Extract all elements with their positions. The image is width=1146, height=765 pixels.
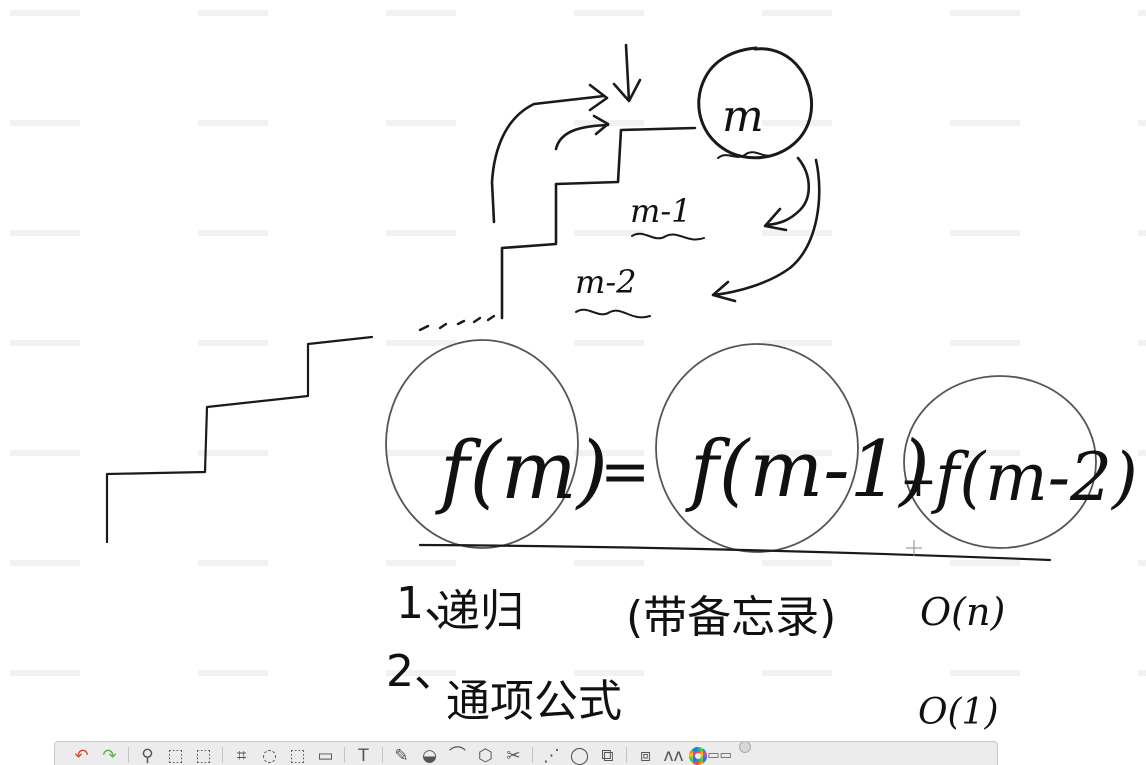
watermark-block [762,120,832,126]
watermark-block [1138,670,1146,676]
toolbar-separator [532,747,533,763]
watermark-block [574,560,644,566]
watermark-block [762,10,832,16]
formula-lhs: f(m) [435,424,608,517]
formula-term-1: f(m-1) [685,425,930,515]
watermark-block [1138,560,1146,566]
shapes-icon[interactable]: ⧉ [595,745,620,765]
watermark-block [574,340,644,346]
note-2-text: 通项公式 [446,676,622,727]
stair-label-m-minus-2: m-2 [575,263,637,301]
watermark-block [762,560,832,566]
watermark-block [198,560,268,566]
stamp-icon[interactable]: ⧈ [633,745,658,765]
note-1-text: 递归 [436,586,524,637]
rect-select-icon[interactable]: ⬚ [163,745,188,765]
watermark-block [10,340,80,346]
brush-icon[interactable]: ⌒ [445,745,470,765]
circle-shape-icon[interactable]: ◯ [567,745,592,765]
stair-label-m: m [722,91,764,142]
watermark-block [1138,230,1146,236]
windows-icon[interactable]: ▭▭ [707,745,732,765]
toolbar-separator [382,747,383,763]
watermark-block [198,340,268,346]
watermark-block [10,10,80,16]
drawing-canvas[interactable]: m m-1 m-2 f(m) = f(m-1) + f(m-2) 1、 递归 (… [0,0,1146,765]
note-1-detail: (带备忘录) [626,592,836,643]
lasso-icon[interactable]: ◌ [257,745,282,765]
dotted-line-icon[interactable]: ⋰ [539,745,564,765]
watermark-block [10,450,80,456]
watermark-block [950,120,1020,126]
stair-label-m-minus-1: m-1 [630,192,692,230]
toolbar-separator [222,747,223,763]
drawing-toolbar: ↶ ↷ ⚲ ⬚ ⬚ ⌗ ◌ ⬚ ▭ T ✎ ◒ ⌒ ⬡ ✂ ⋰ ◯ ⧉ ⧈ ʌʌ ▭▭ [54,741,998,765]
watermark-block [198,120,268,126]
shape-icon[interactable]: ⬚ [285,745,310,765]
undo-icon[interactable]: ↶ [69,745,94,765]
formula-plus: + [900,456,937,507]
toolbar-separator [128,747,129,763]
watermark-block [10,670,80,676]
formula-equals: = [600,437,650,507]
cube-icon[interactable]: ⬡ [473,745,498,765]
watermark-block [386,120,456,126]
pencil-icon[interactable]: ✎ [389,745,414,765]
watermark-block [198,10,268,16]
watermark-block [198,450,268,456]
pens-icon[interactable]: ʌʌ [661,745,686,765]
toolbar-separator [626,747,627,763]
formula-term-2: f(m-2) [930,439,1138,516]
toolbar-handle-icon[interactable] [739,742,751,753]
redo-icon[interactable]: ↷ [97,745,122,765]
watermark-block [386,560,456,566]
watermark-block [950,670,1020,676]
watermark-block [386,230,456,236]
select-delete-icon[interactable]: ⬚ [191,745,216,765]
watermark-block [950,10,1020,16]
watermark-block [386,340,456,346]
watermark-block [950,560,1020,566]
watermark-block [1138,120,1146,126]
watermark-block [1138,450,1146,456]
marker-icon[interactable]: ◒ [417,745,442,765]
watermark-block [1138,10,1146,16]
watermark-block [198,670,268,676]
watermark-block [574,10,644,16]
watermark-block [762,230,832,236]
text-icon[interactable]: T [351,745,376,765]
watermark-block [10,230,80,236]
watermark-block [10,120,80,126]
color-picker-icon[interactable] [689,747,707,765]
watermark-block [950,230,1020,236]
watermark-block [762,670,832,676]
watermark-block [950,340,1020,346]
toolbar-separator [344,747,345,763]
watermark-block [386,10,456,16]
watermark-block [10,560,80,566]
note-1-complexity: O(n) [920,590,1005,634]
scissors-icon[interactable]: ✂ [501,745,526,765]
magnifier-icon[interactable]: ⚲ [135,745,160,765]
background-watermark [0,0,1146,765]
note-2-complexity: O(1) [918,692,999,733]
watermark-block [198,230,268,236]
watermark-block [1138,340,1146,346]
copy-icon[interactable]: ▭ [313,745,338,765]
crop-icon[interactable]: ⌗ [229,745,254,765]
